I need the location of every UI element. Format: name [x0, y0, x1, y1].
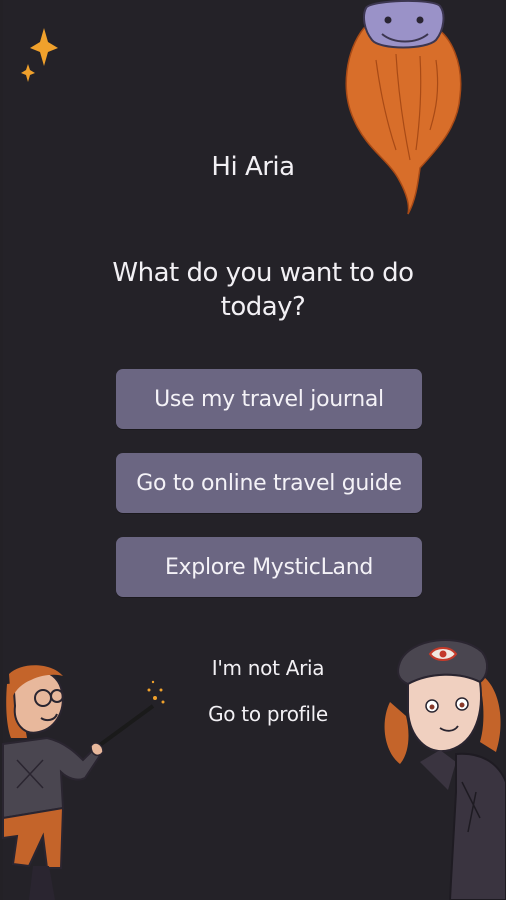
bearded-character-illustration — [345, 0, 462, 215]
travel-journal-button[interactable]: Use my travel journal — [116, 369, 422, 429]
not-user-link[interactable]: I'm not Aria — [0, 656, 506, 680]
greeting-text: Hi Aria — [211, 152, 295, 182]
explore-mysticland-button[interactable]: Explore MysticLand — [116, 537, 422, 597]
prompt-question: What do you want to do today? — [112, 258, 414, 322]
online-travel-guide-button[interactable]: Go to online travel guide — [116, 453, 422, 513]
go-to-profile-link[interactable]: Go to profile — [0, 702, 506, 726]
sparkle-icon — [21, 28, 58, 82]
